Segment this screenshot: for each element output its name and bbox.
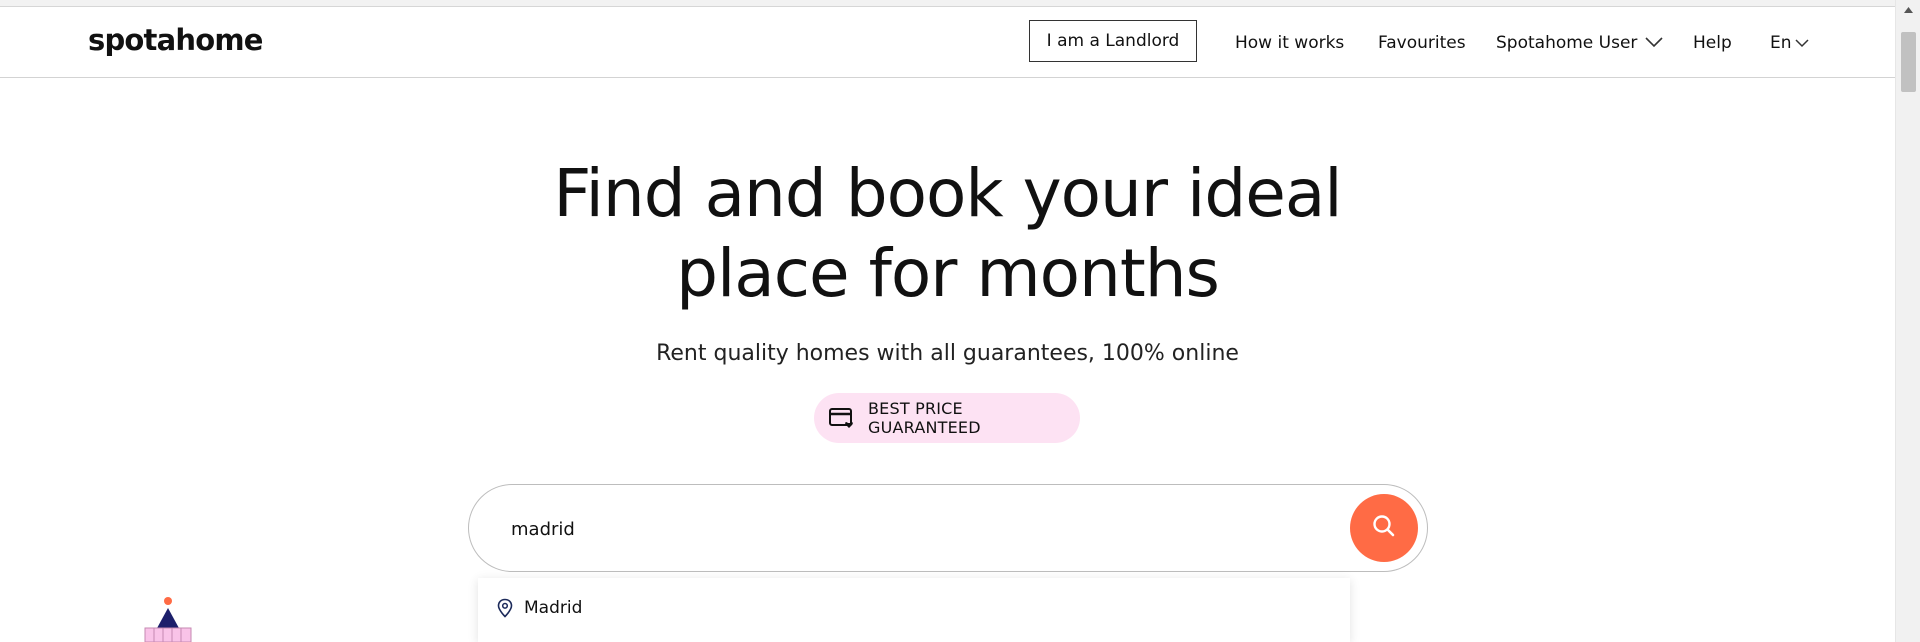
spotahome-logo[interactable]: spotahome [88,23,263,57]
page-scrollbar[interactable] [1895,0,1920,642]
location-pin-icon [496,598,514,618]
chevron-down-icon [1645,33,1663,53]
hero-title-line-2: place for months [676,235,1220,312]
nav-favourites[interactable]: Favourites [1378,7,1466,78]
scroll-up-arrow-icon[interactable] [1896,0,1920,20]
best-price-badge: BEST PRICE GUARANTEED [814,393,1080,443]
search-bar [468,484,1428,572]
chevron-down-icon [1794,33,1809,53]
building-illustration [140,596,196,642]
language-label: En [1770,32,1792,53]
search-suggestions: Madrid [478,578,1350,642]
search-input[interactable] [511,507,1291,551]
nav-user-menu[interactable]: Spotahome User [1496,7,1663,78]
site-header: spotahome I am a Landlord How it works F… [0,7,1895,78]
nav-help[interactable]: Help [1693,7,1732,78]
suggestion-label: Madrid [524,598,583,618]
landlord-button[interactable]: I am a Landlord [1029,20,1197,62]
search-icon [1371,513,1397,543]
suggestion-item[interactable]: Madrid [496,598,582,618]
hero-subtitle: Rent quality homes with all guarantees, … [656,341,1239,366]
hero-title-line-1: Find and book your ideal [553,155,1342,232]
card-heart-icon [828,406,856,430]
nav-how-it-works[interactable]: How it works [1235,7,1344,78]
badge-label: BEST PRICE GUARANTEED [868,399,981,437]
search-button[interactable] [1350,494,1418,562]
language-selector[interactable]: En [1770,7,1809,78]
scrollbar-thumb[interactable] [1901,32,1916,92]
browser-top-strip [0,0,1895,7]
user-menu-label: Spotahome User [1496,32,1638,53]
hero-title: Find and book your ideal place for month… [0,154,1895,314]
